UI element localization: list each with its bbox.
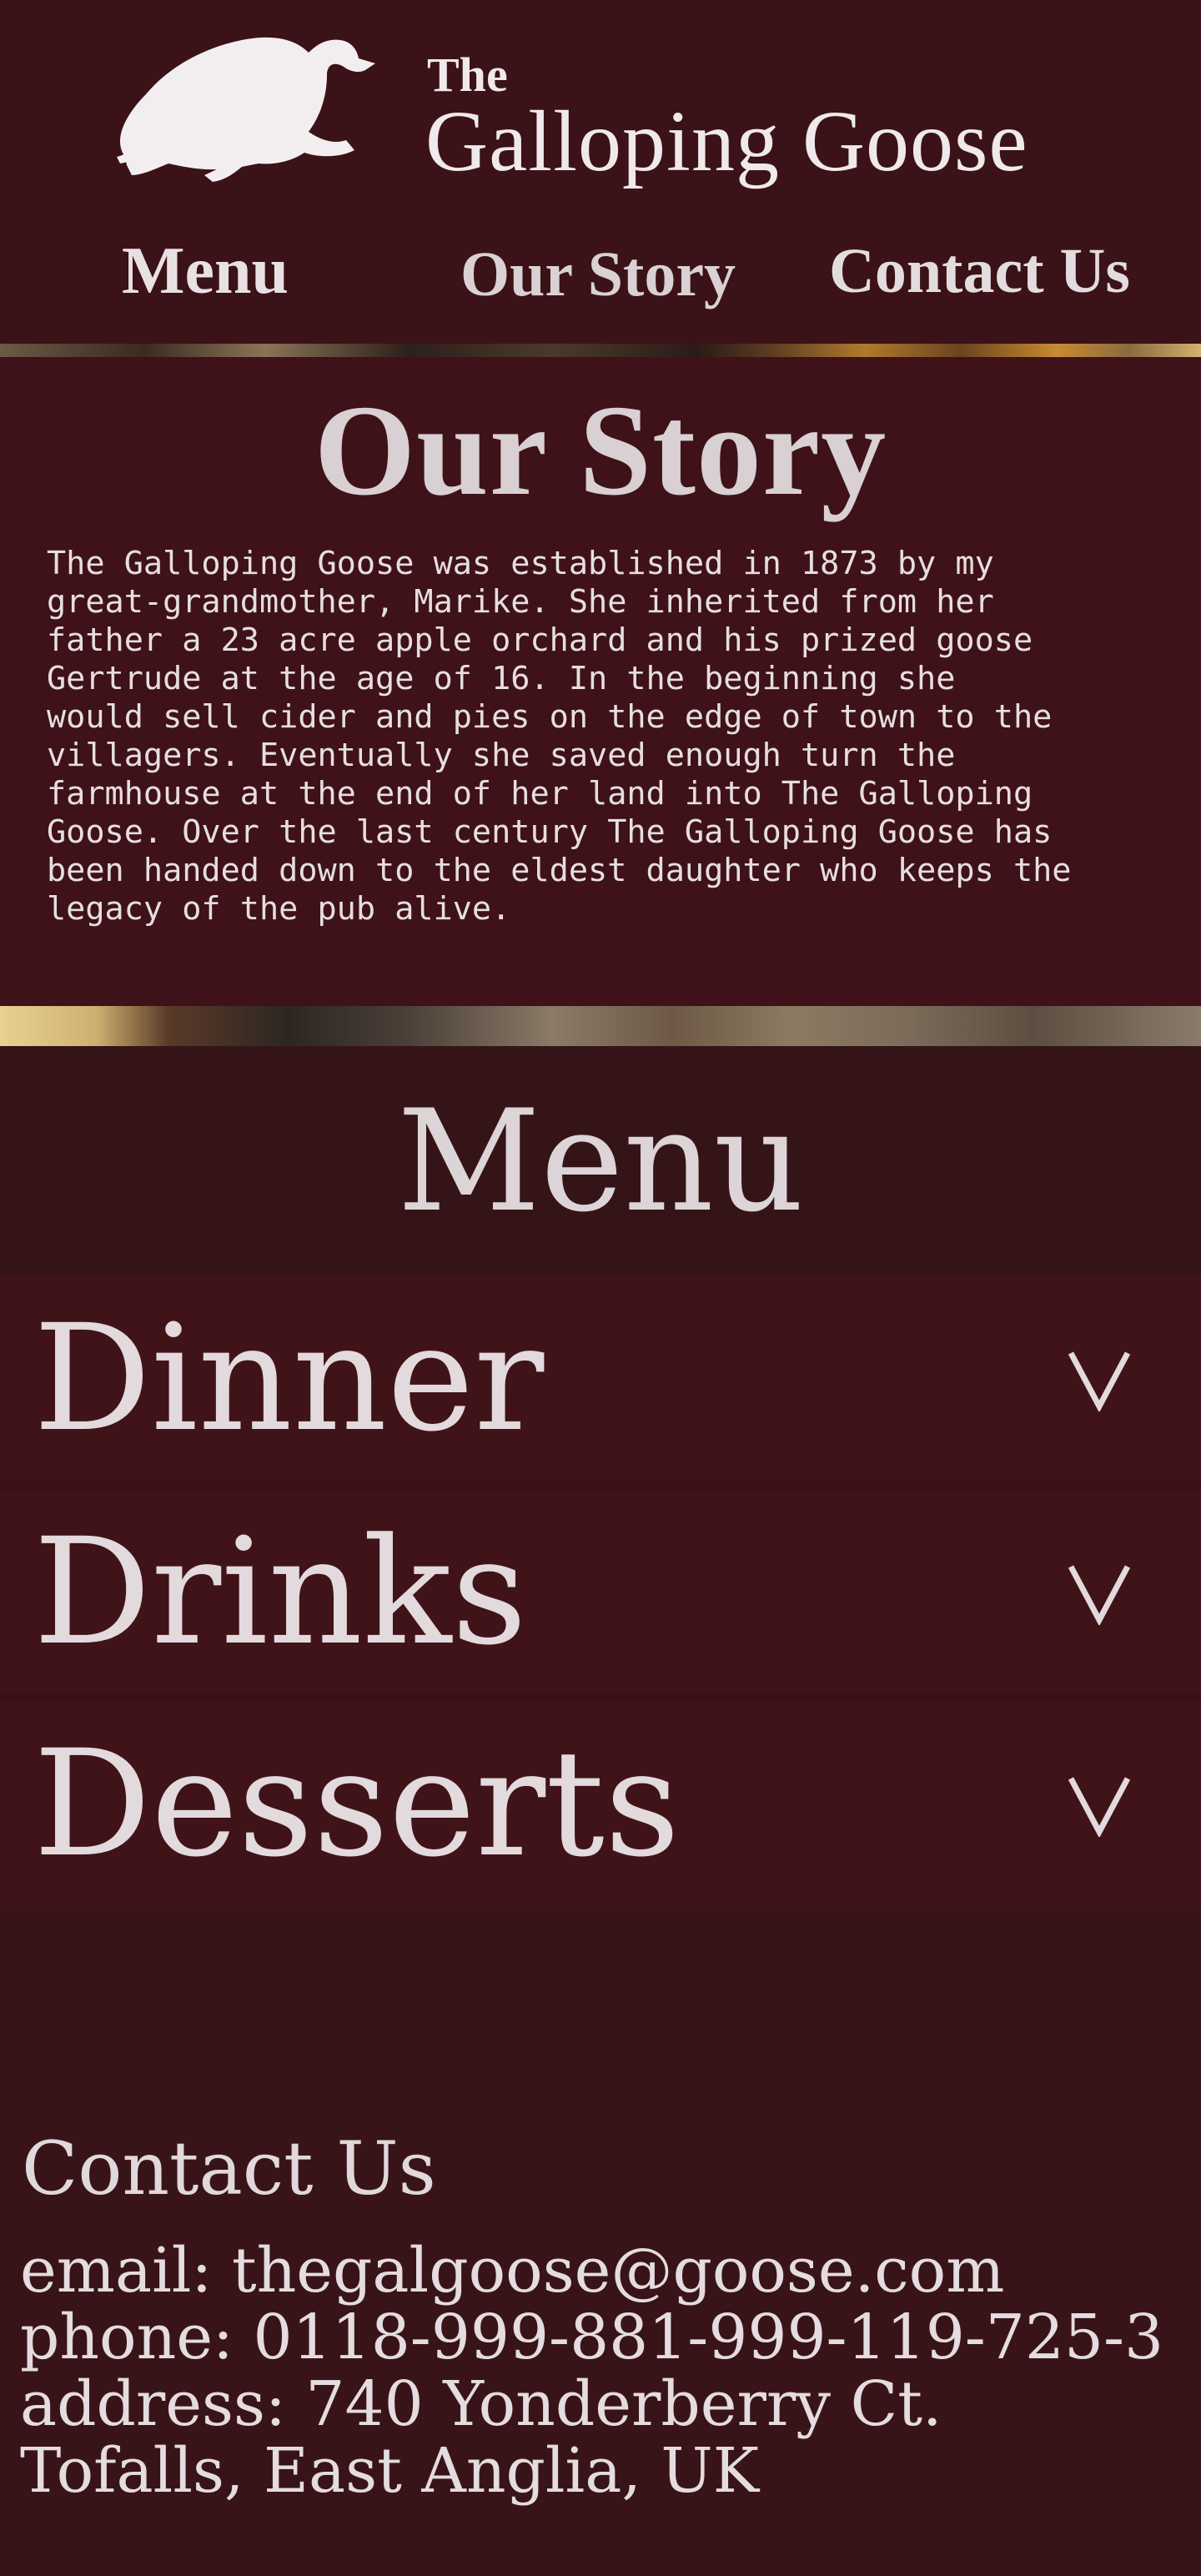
accordion-divider (0, 1480, 1201, 1490)
site-header: The Galloping Goose Menu Our Story Conta… (0, 0, 1201, 344)
contact-address-line1: address: 740 Yonderberry Ct. (20, 2368, 942, 2440)
accordion-label: Drinks (33, 1507, 527, 1678)
logo-name-text: Galloping Goose (425, 93, 1028, 189)
contact-title: Contact Us (22, 2126, 436, 2211)
story-line: been handed down to the eldest daughter … (47, 852, 1072, 889)
nav-link-our-story[interactable]: Our Story (460, 239, 736, 311)
site-logo[interactable]: The Galloping Goose (108, 15, 1109, 199)
story-line: villagers. Eventually she saved enough t… (47, 737, 956, 774)
story-line: farmhouse at the end of her land into Th… (47, 775, 1033, 813)
story-line: father a 23 acre apple orchard and his p… (47, 621, 1033, 659)
photo-strip-middle (0, 1006, 1201, 1046)
main-nav: Menu Our Story Contact Us (0, 234, 1201, 325)
menu-accordion-dinner[interactable]: Dinner (0, 1276, 1201, 1480)
story-line: The Galloping Goose was established in 1… (47, 545, 994, 582)
story-line: would sell cider and pies on the edge of… (47, 698, 1053, 736)
menu-accordion-drinks[interactable]: Drinks (0, 1490, 1201, 1693)
story-line: great-grandmother, Marike. She inherited… (47, 583, 994, 621)
accordion-label: Dinner (33, 1293, 545, 1464)
contact-details: email: thegalgoose@goose.com phone: 0118… (20, 2237, 1163, 2504)
contact-section: Contact Us email: thegalgoose@goose.com … (0, 1905, 1201, 2576)
menu-section-header: Menu (0, 1046, 1201, 1275)
accordion-label: Desserts (33, 1718, 681, 1889)
chevron-down-icon[interactable] (1066, 1348, 1133, 1411)
story-line: legacy of the pub alive. (47, 890, 511, 928)
menu-accordion-desserts[interactable]: Desserts (0, 1702, 1201, 1905)
menu-title: Menu (397, 1079, 804, 1243)
contact-address-line2: Tofalls, East Anglia, UK (20, 2435, 760, 2507)
story-line: Gertrude at the age of 16. In the beginn… (47, 660, 956, 697)
story-title: Our Story (314, 378, 887, 522)
chevron-down-icon[interactable] (1066, 1774, 1133, 1837)
story-paragraph: The Galloping Goose was established in 1… (47, 545, 1164, 928)
nav-link-contact-us[interactable]: Contact Us (829, 235, 1130, 308)
goose-logo-icon (117, 37, 375, 182)
our-story-section: Our Story The Galloping Goose was establ… (0, 357, 1201, 1006)
contact-email[interactable]: email: thegalgoose@goose.com (20, 2237, 1163, 2304)
photo-strip-top (0, 344, 1201, 357)
story-line: Goose. Over the last century The Gallopi… (47, 813, 1053, 851)
contact-phone[interactable]: phone: 0118-999-881-999-119-725-3 (20, 2304, 1163, 2371)
nav-link-menu[interactable]: Menu (122, 234, 289, 309)
chevron-down-icon[interactable] (1066, 1562, 1133, 1625)
